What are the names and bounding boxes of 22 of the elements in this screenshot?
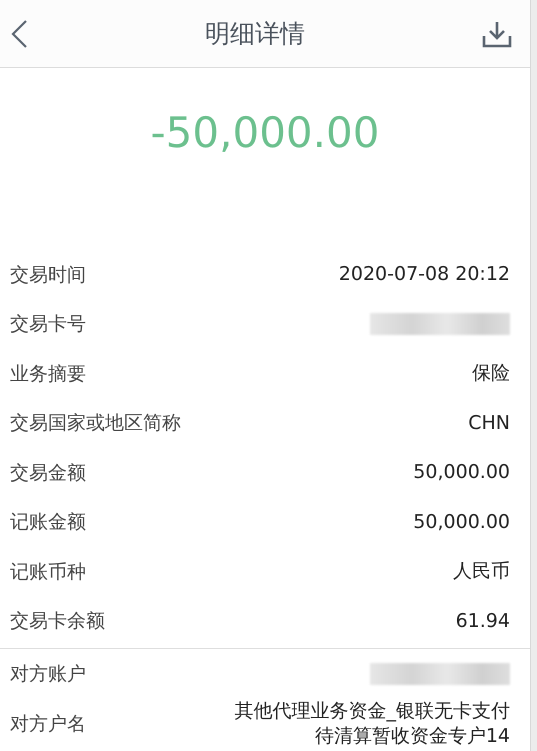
field-label: 记账币种: [10, 560, 86, 585]
field-value: 50,000.00: [412, 510, 510, 535]
field-label: 交易时间: [10, 262, 86, 288]
page-title: 明细详情: [205, 18, 305, 50]
amount-value: -50,000.00: [150, 108, 380, 159]
back-icon[interactable]: [10, 18, 28, 48]
field-label: 业务摘要: [10, 362, 86, 387]
field-value: 其他代理业务资金_银联无卡支付待清算暂收资金专户14: [234, 698, 510, 748]
field-value: 人民币: [452, 559, 510, 584]
field-label: 交易卡号: [10, 312, 86, 338]
field-label: 对方账户: [10, 662, 86, 687]
field-value: 2020-07-08 20:12: [338, 262, 510, 288]
field-label: 交易金额: [10, 460, 86, 486]
field-label: 交易国家或地区简称: [10, 411, 181, 436]
field-value: 61.94: [454, 608, 510, 634]
field-value: 保险: [471, 361, 510, 386]
download-icon[interactable]: [482, 20, 512, 48]
field-label: 对方户名: [10, 712, 86, 736]
field-value: 50,000.00: [412, 460, 510, 486]
field-label: 交易卡余额: [10, 609, 105, 634]
field-label: 记账金额: [10, 510, 86, 536]
field-value: CHN: [467, 410, 510, 436]
